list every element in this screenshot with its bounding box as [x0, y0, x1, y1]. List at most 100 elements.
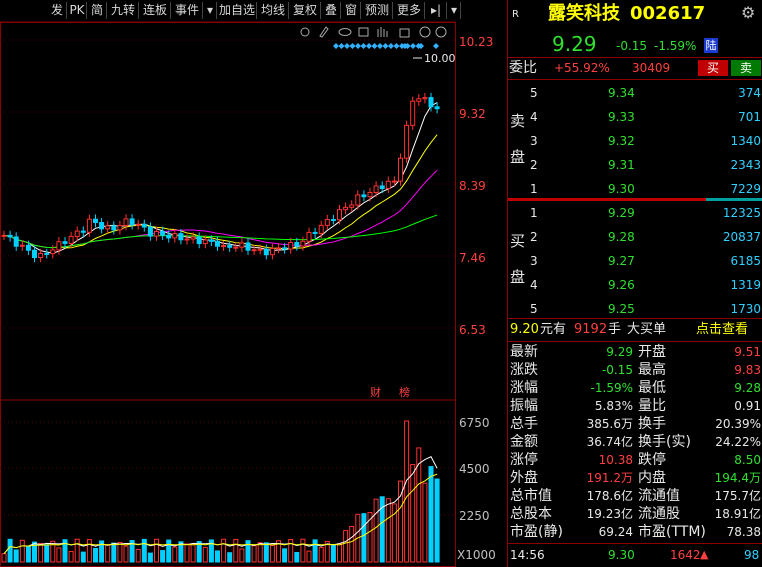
candle[interactable]	[202, 239, 208, 245]
event-tag-rank[interactable]: 榜	[399, 385, 410, 399]
gear-icon[interactable]: ⚙	[741, 4, 755, 22]
candle[interactable]	[123, 218, 129, 227]
candle[interactable]	[288, 242, 294, 250]
toolbar-item[interactable]: 均线	[258, 2, 289, 19]
sell-order-price[interactable]: 9.31	[608, 156, 635, 174]
sell-button[interactable]: 卖	[731, 60, 761, 76]
toolbar-item[interactable]: 发	[48, 2, 67, 19]
toolbar-item[interactable]: 连板	[140, 2, 171, 19]
candle[interactable]	[117, 225, 123, 231]
candle[interactable]	[391, 180, 397, 183]
candle[interactable]	[269, 247, 275, 256]
toolbar-item[interactable]: ▾	[448, 2, 461, 19]
zoom-in-icon[interactable]	[419, 26, 431, 38]
buy-order-price[interactable]: 9.29	[608, 204, 635, 222]
toolbar-item[interactable]: 九转	[108, 2, 139, 19]
candle[interactable]	[44, 252, 50, 255]
candle[interactable]	[190, 236, 196, 240]
candle[interactable]	[74, 230, 80, 237]
sell-order-price[interactable]: 9.33	[608, 108, 635, 126]
candle[interactable]	[330, 219, 336, 222]
event-marker[interactable]	[410, 43, 416, 49]
buy-order-price[interactable]: 9.25	[608, 300, 635, 318]
event-marker[interactable]	[393, 43, 400, 49]
event-marker[interactable]	[377, 43, 383, 49]
zoom-out-icon[interactable]	[435, 26, 447, 38]
event-marker[interactable]	[366, 43, 372, 49]
toolbar-item[interactable]: 更多	[394, 2, 425, 19]
toolbar-item[interactable]: 窗	[342, 2, 361, 19]
candle[interactable]	[385, 180, 391, 189]
candle[interactable]	[422, 97, 428, 100]
event-marker[interactable]	[371, 43, 378, 49]
candle[interactable]	[361, 194, 367, 198]
candle[interactable]	[263, 248, 269, 256]
candle[interactable]	[154, 230, 159, 237]
event-markers[interactable]	[333, 43, 439, 49]
candle[interactable]	[257, 248, 263, 251]
camera-icon[interactable]	[358, 27, 369, 37]
candle[interactable]	[410, 100, 416, 126]
candle[interactable]	[373, 185, 379, 193]
candle[interactable]	[99, 222, 105, 230]
event-marker[interactable]	[355, 43, 361, 49]
eye-icon[interactable]	[338, 28, 352, 36]
event-marker[interactable]	[433, 43, 439, 49]
candle[interactable]	[245, 242, 251, 251]
sell-order-price[interactable]: 9.32	[608, 132, 635, 150]
candle[interactable]	[86, 218, 92, 233]
candle[interactable]	[233, 246, 239, 249]
buy-order-price[interactable]: 9.27	[608, 252, 635, 270]
candle[interactable]	[282, 247, 288, 250]
kline-chart[interactable]: 10.00 财 榜 10.23 9.32 8.39 7.46 6.53 6750…	[0, 22, 507, 567]
candle[interactable]	[135, 223, 141, 226]
big-order-link[interactable]: 点击查看	[696, 321, 748, 339]
candle[interactable]	[196, 236, 202, 245]
candle[interactable]	[68, 235, 74, 244]
toolbar-item[interactable]: 加自选	[218, 2, 257, 19]
pen-icon[interactable]	[319, 26, 329, 38]
event-marker[interactable]	[388, 43, 394, 49]
settings-icon[interactable]	[300, 27, 310, 37]
candle[interactable]	[398, 157, 403, 182]
event-marker[interactable]	[349, 43, 356, 49]
candle[interactable]	[50, 249, 56, 255]
toolbar-item[interactable]: 事件	[172, 2, 203, 19]
candle[interactable]	[147, 226, 153, 237]
candle[interactable]	[215, 240, 220, 247]
candle[interactable]	[221, 245, 227, 248]
candle[interactable]	[349, 204, 355, 208]
candle[interactable]	[251, 249, 257, 252]
candle[interactable]	[172, 233, 178, 239]
toolbar-item[interactable]: 复权	[290, 2, 321, 19]
candle[interactable]	[80, 230, 86, 233]
candle[interactable]	[105, 225, 111, 230]
candle[interactable]	[111, 225, 117, 231]
event-tag-finance[interactable]: 财	[370, 385, 381, 399]
candle[interactable]	[7, 234, 13, 238]
candle[interactable]	[343, 206, 349, 211]
event-marker[interactable]	[333, 43, 339, 49]
event-marker[interactable]	[344, 43, 350, 49]
candle[interactable]	[312, 231, 318, 234]
hand-icon[interactable]	[377, 27, 388, 37]
event-marker[interactable]	[382, 43, 389, 49]
candle[interactable]	[379, 185, 385, 189]
candle[interactable]	[306, 231, 312, 242]
candle[interactable]	[129, 218, 135, 226]
toolbar-item[interactable]: 预测	[362, 2, 393, 19]
candle[interactable]	[184, 238, 190, 241]
candle[interactable]	[19, 244, 25, 247]
event-marker[interactable]	[338, 43, 345, 49]
candle[interactable]	[38, 252, 44, 259]
candle[interactable]	[416, 98, 422, 102]
candle[interactable]	[227, 245, 233, 248]
candle[interactable]	[428, 97, 434, 108]
sell-order-price[interactable]: 9.30	[608, 180, 635, 198]
lock-icon[interactable]	[399, 28, 410, 38]
candle[interactable]	[141, 223, 147, 228]
buy-button[interactable]: 买	[698, 60, 728, 76]
buy-order-price[interactable]: 9.26	[608, 276, 635, 294]
candle[interactable]	[355, 194, 361, 206]
candle[interactable]	[13, 236, 19, 247]
